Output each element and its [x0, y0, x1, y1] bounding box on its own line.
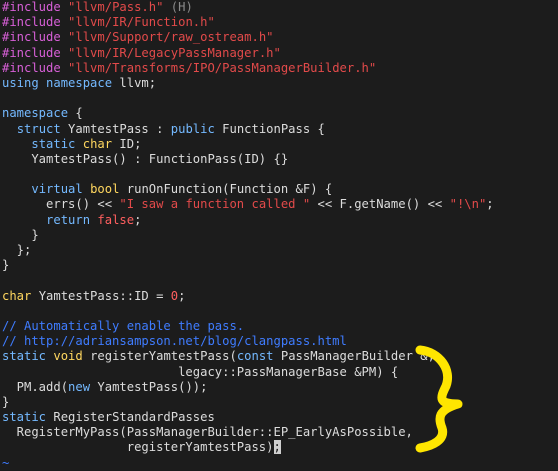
code-token: }: [2, 227, 39, 242]
code-line[interactable]: RegisterMyPass(PassManagerBuilder::EP_Ea…: [2, 425, 558, 440]
code-line[interactable]: virtual bool runOnFunction(Function &F) …: [2, 182, 558, 197]
code-token: "llvm/IR/Function.h": [68, 15, 215, 30]
code-token: #include: [2, 15, 69, 30]
code-token: bool: [90, 182, 120, 197]
code-token: static: [2, 349, 47, 364]
code-token: RegisterStandardPasses: [46, 410, 215, 425]
code-line[interactable]: namespace {: [2, 106, 558, 121]
code-token: }: [2, 394, 10, 409]
code-line[interactable]: legacy::PassManagerBase &PM) {: [2, 365, 558, 380]
code-line[interactable]: PM.add(new YamtestPass());: [2, 380, 558, 395]
code-token: public: [170, 121, 215, 136]
code-line[interactable]: char YamtestPass::ID = 0;: [2, 289, 558, 304]
code-token: namespace: [2, 106, 69, 121]
code-token: }: [2, 258, 10, 273]
code-line[interactable]: }: [2, 395, 558, 410]
code-token: void: [53, 349, 83, 364]
code-token: return: [46, 212, 91, 227]
code-line[interactable]: return false;: [2, 213, 558, 228]
code-token: runOnFunction(Function &F) {: [119, 182, 333, 197]
code-token: RegisterMyPass(PassManagerBuilder::EP_Ea…: [2, 425, 413, 440]
code-token: virtual: [31, 182, 83, 197]
code-token: #include: [2, 30, 69, 45]
code-line[interactable]: static RegisterStandardPasses: [2, 410, 558, 425]
code-line[interactable]: [2, 167, 558, 182]
code-editor[interactable]: #include "llvm/Pass.h" (H) #include "llvm…: [2, 0, 558, 470]
code-token: char: [82, 136, 113, 151]
code-line[interactable]: [2, 304, 558, 319]
code-line[interactable]: struct YamtestPass : public FunctionPass…: [2, 122, 558, 137]
code-line[interactable]: errs() << "I saw a function called " << …: [2, 197, 558, 212]
code-token: "llvm/Support/raw_ostream.h": [68, 30, 274, 45]
code-token: "llvm/Transforms/IPO/PassManagerBuilder.…: [68, 60, 377, 75]
code-line[interactable]: static void registerYamtestPass(const Pa…: [2, 349, 558, 364]
code-token: #include: [2, 45, 69, 60]
code-token: (H): [163, 0, 193, 14]
code-token: };: [2, 243, 32, 257]
code-token: YamtestPass());: [90, 379, 208, 394]
code-token: ;: [178, 288, 186, 303]
code-token: ~: [2, 455, 10, 470]
code-token: #include: [2, 0, 69, 14]
code-token: "llvm/Pass.h": [68, 0, 164, 14]
code-line[interactable]: }: [2, 228, 558, 243]
text-cursor: ;: [273, 440, 281, 455]
code-line[interactable]: using namespace llvm;: [2, 76, 558, 91]
code-token: PM.add(: [2, 379, 69, 394]
code-line[interactable]: YamtestPass() : FunctionPass(ID) {}: [2, 152, 558, 167]
code-token: registerYamtestPass(: [82, 349, 237, 364]
code-token: registerYamtestPass): [2, 440, 274, 455]
code-line[interactable]: [2, 91, 558, 106]
code-token: FunctionPass {: [214, 121, 325, 136]
code-line[interactable]: }: [2, 258, 558, 273]
code-token: namespace: [46, 75, 113, 90]
code-line[interactable]: #include "llvm/Pass.h" (H): [2, 0, 558, 15]
code-token: YamtestPass() : FunctionPass(ID) {}: [2, 151, 289, 166]
code-line[interactable]: static char ID;: [2, 137, 558, 152]
code-token: PassManagerBuilder &,: [273, 349, 435, 364]
code-line[interactable]: #include "llvm/Support/raw_ostream.h": [2, 30, 558, 45]
code-token: static: [31, 136, 76, 151]
code-token: ID;: [112, 136, 142, 151]
code-line[interactable]: // http://adriansampson.net/blog/clangpa…: [2, 334, 558, 349]
code-token: "I saw a function called ": [119, 197, 311, 212]
code-line[interactable]: #include "llvm/IR/LegacyPassManager.h": [2, 46, 558, 61]
code-token: char: [2, 288, 32, 303]
code-line[interactable]: [2, 273, 558, 288]
code-token: static: [2, 410, 47, 425]
code-line[interactable]: };: [2, 243, 558, 258]
code-line[interactable]: #include "llvm/IR/Function.h": [2, 15, 558, 30]
code-token: new: [68, 379, 91, 394]
code-line[interactable]: #include "llvm/Transforms/IPO/PassManage…: [2, 61, 558, 76]
code-token: const: [236, 349, 274, 364]
code-token: {: [68, 106, 83, 121]
code-token: ;: [134, 212, 142, 227]
code-token: ;: [486, 197, 494, 212]
code-token: legacy::PassManagerBase &PM) {: [2, 364, 399, 379]
code-token: // http://adriansampson.net/blog/clangpa…: [2, 334, 347, 349]
code-token: // Automatically enable the pass.: [2, 318, 245, 333]
code-token: false: [97, 212, 135, 227]
code-token: errs() <<: [2, 197, 120, 212]
code-token: YamtestPass::ID =: [31, 288, 171, 303]
code-token: struct: [16, 121, 61, 136]
code-line[interactable]: // Automatically enable the pass.: [2, 319, 558, 334]
code-token: "llvm/IR/LegacyPassManager.h": [68, 45, 281, 60]
code-line[interactable]: registerYamtestPass);: [2, 440, 558, 455]
code-token: "!\n": [449, 197, 487, 212]
code-token: YamtestPass :: [60, 121, 171, 136]
code-token: #include: [2, 60, 69, 75]
code-token: llvm;: [112, 75, 157, 90]
code-token: << F.getName() <<: [310, 197, 450, 212]
code-token: using: [2, 75, 39, 90]
